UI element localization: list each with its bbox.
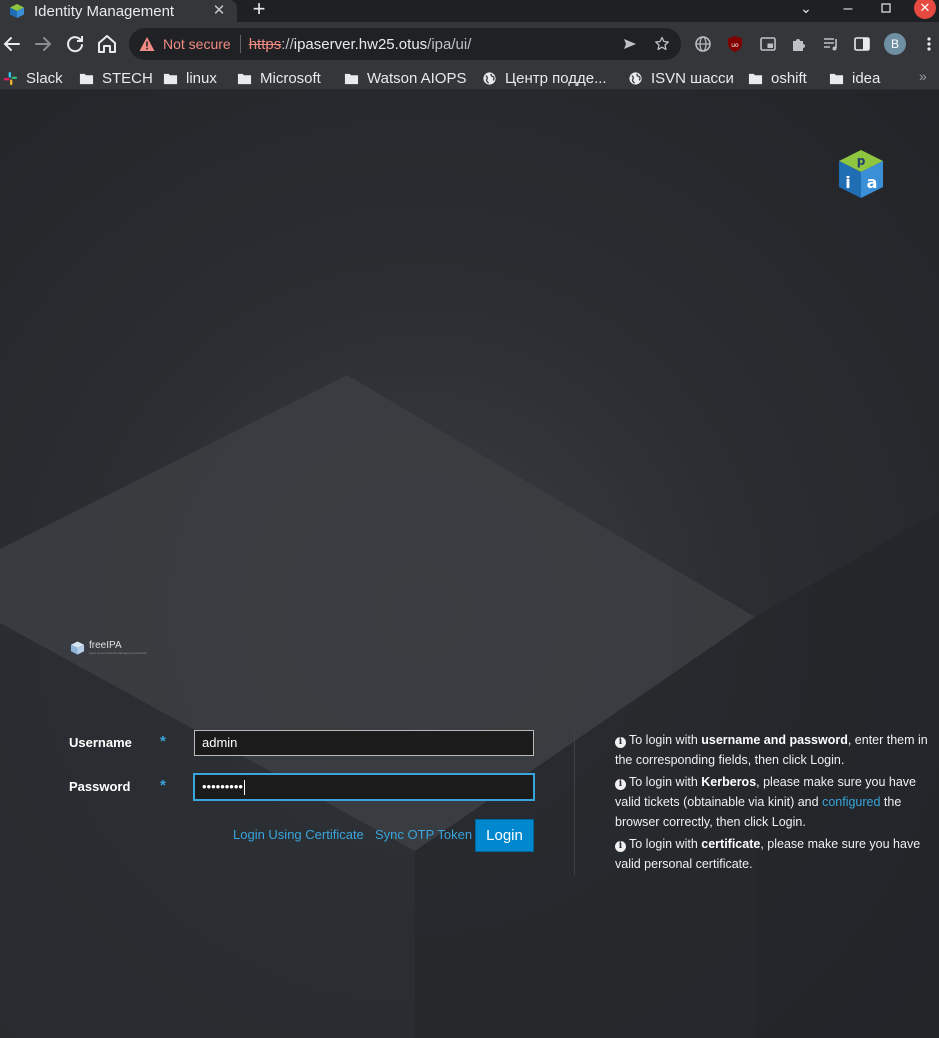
help-text: To login with bbox=[629, 775, 702, 789]
picture-in-picture-icon[interactable] bbox=[759, 35, 777, 53]
folder-icon bbox=[344, 73, 359, 84]
bookmark-label: linux bbox=[186, 69, 217, 87]
maximize-window-icon[interactable] bbox=[878, 0, 894, 20]
help-bold: username and password bbox=[701, 733, 848, 747]
ublock-origin-icon[interactable]: uo bbox=[726, 35, 744, 53]
bookmark-label: STECH bbox=[102, 69, 153, 87]
home-icon[interactable] bbox=[95, 32, 119, 56]
help-text: To login with bbox=[629, 837, 702, 851]
folder-icon bbox=[79, 73, 94, 84]
minimize-window-icon[interactable]: – bbox=[840, 0, 856, 20]
svg-text:i: i bbox=[845, 173, 850, 192]
password-mask: ••••••••• bbox=[202, 779, 243, 794]
svg-text:p: p bbox=[857, 154, 866, 168]
svg-text:a: a bbox=[867, 173, 878, 192]
freeipa-small-cube-icon bbox=[70, 641, 85, 655]
help-bold: certificate bbox=[701, 837, 761, 851]
username-label: Username bbox=[69, 735, 132, 750]
bookmark-isvn-chassis[interactable]: ISVN шасси bbox=[628, 68, 734, 88]
login-using-certificate-link[interactable]: Login Using Certificate bbox=[233, 827, 364, 842]
bookmark-label: Slack bbox=[26, 69, 63, 87]
brand-tagline: Open Source Identity Management Solution bbox=[89, 651, 148, 655]
freeipa-cube-logo: p i a bbox=[839, 150, 883, 198]
folder-icon bbox=[163, 73, 178, 84]
help-certificate: i To login with certificate, please make … bbox=[615, 834, 933, 874]
url-host: ipaserver.hw25.otus bbox=[293, 35, 428, 53]
profile-avatar[interactable]: B bbox=[884, 33, 906, 55]
info-icon: i bbox=[615, 737, 626, 748]
folder-icon bbox=[829, 73, 844, 84]
ipa-favicon-icon bbox=[10, 4, 24, 18]
slack-icon bbox=[3, 71, 18, 85]
help-bold: Kerberos bbox=[701, 775, 757, 789]
url-text[interactable]: https://ipaserver.hw25.otus/ipa/ui/ bbox=[249, 36, 472, 53]
folder-icon bbox=[748, 73, 763, 84]
bookmark-folder-watson-aiops[interactable]: Watson AIOPS bbox=[344, 68, 467, 88]
bookmark-folder-microsoft[interactable]: Microsoft bbox=[237, 68, 321, 88]
bookmark-label: idea bbox=[852, 69, 881, 87]
username-required-marker: * bbox=[160, 733, 166, 750]
info-icon: i bbox=[615, 779, 626, 790]
send-tab-icon[interactable] bbox=[622, 36, 638, 52]
form-divider bbox=[574, 729, 575, 875]
address-bar[interactable]: Not secure https://ipaserver.hw25.otus/i… bbox=[129, 28, 681, 60]
warning-triangle-icon[interactable] bbox=[139, 36, 155, 52]
media-control-icon[interactable] bbox=[822, 35, 840, 53]
browser-toolbar: Not secure https://ipaserver.hw25.otus/i… bbox=[0, 22, 939, 66]
configured-link[interactable]: configured bbox=[822, 795, 880, 809]
url-scheme: https bbox=[248, 35, 282, 53]
globe-icon bbox=[483, 71, 496, 85]
bookmark-label: ISVN шасси bbox=[651, 69, 734, 87]
bookmark-label: Watson AIOPS bbox=[367, 69, 467, 87]
help-text: To login with bbox=[629, 733, 702, 747]
globe-icon bbox=[629, 71, 642, 85]
omnibox-separator bbox=[239, 35, 241, 53]
bookmark-label: Центр подде... bbox=[505, 69, 607, 87]
svg-text:uo: uo bbox=[731, 42, 739, 49]
text-caret bbox=[243, 780, 245, 796]
menu-kebab-icon[interactable] bbox=[920, 35, 938, 53]
bookmark-label: Microsoft bbox=[260, 69, 321, 87]
tab-close-icon[interactable]: ✕ bbox=[211, 3, 227, 19]
login-page: p i a freeIPA Open Source Identity Manag… bbox=[0, 91, 939, 1038]
tab-search-chevron-icon[interactable]: ⌄ bbox=[798, 0, 814, 20]
brand-name: freeIPA bbox=[89, 640, 122, 651]
bookmark-label: oshift bbox=[771, 69, 807, 87]
background-cube-graphic bbox=[0, 375, 939, 1038]
translate-globe-icon[interactable] bbox=[694, 35, 712, 53]
browser-tab-strip: Identity Management ✕ + ⌄ – ✕ bbox=[0, 0, 939, 22]
bookmarks-bar: Slack STECH linux Microsoft Watson AIOPS… bbox=[0, 66, 939, 90]
help-username-password: i To login with username and password, en… bbox=[615, 730, 933, 770]
info-icon: i bbox=[615, 841, 626, 852]
bookmark-folder-oshift[interactable]: oshift bbox=[748, 68, 807, 88]
help-kerberos: i To login with Kerberos, please make sur… bbox=[615, 772, 933, 832]
password-required-marker: * bbox=[160, 777, 166, 794]
extensions-puzzle-icon[interactable] bbox=[790, 35, 808, 53]
bookmark-folder-idea[interactable]: idea bbox=[829, 68, 880, 88]
bookmark-support-center[interactable]: Центр подде... bbox=[482, 68, 607, 88]
not-secure-label[interactable]: Not secure bbox=[163, 36, 231, 52]
bookmark-slack[interactable]: Slack bbox=[3, 68, 63, 88]
url-separator: :// bbox=[281, 35, 294, 53]
freeipa-brand-logo: freeIPA Open Source Identity Management … bbox=[70, 640, 147, 656]
back-arrow-icon[interactable] bbox=[0, 32, 24, 56]
tab-title: Identity Management bbox=[34, 2, 175, 20]
forward-arrow-icon[interactable] bbox=[31, 32, 55, 56]
bookmark-star-icon[interactable] bbox=[654, 36, 670, 52]
bookmarks-overflow-chevron-icon[interactable]: » bbox=[919, 68, 927, 84]
close-window-button[interactable]: ✕ bbox=[914, 0, 936, 19]
browser-tab[interactable]: Identity Management ✕ bbox=[0, 0, 237, 22]
bookmark-folder-linux[interactable]: linux bbox=[163, 68, 217, 88]
username-input[interactable]: admin bbox=[194, 730, 534, 756]
folder-icon bbox=[237, 73, 252, 84]
login-button[interactable]: Login bbox=[475, 819, 534, 852]
password-input[interactable]: ••••••••• bbox=[194, 774, 534, 800]
sync-otp-token-link[interactable]: Sync OTP Token bbox=[375, 827, 472, 842]
new-tab-button[interactable]: + bbox=[248, 0, 270, 20]
url-path: /ipa/ui/ bbox=[427, 35, 472, 53]
bookmark-folder-stech[interactable]: STECH bbox=[79, 68, 153, 88]
reload-icon[interactable] bbox=[63, 32, 87, 56]
side-panel-icon[interactable] bbox=[853, 35, 871, 53]
password-label: Password bbox=[69, 779, 131, 794]
